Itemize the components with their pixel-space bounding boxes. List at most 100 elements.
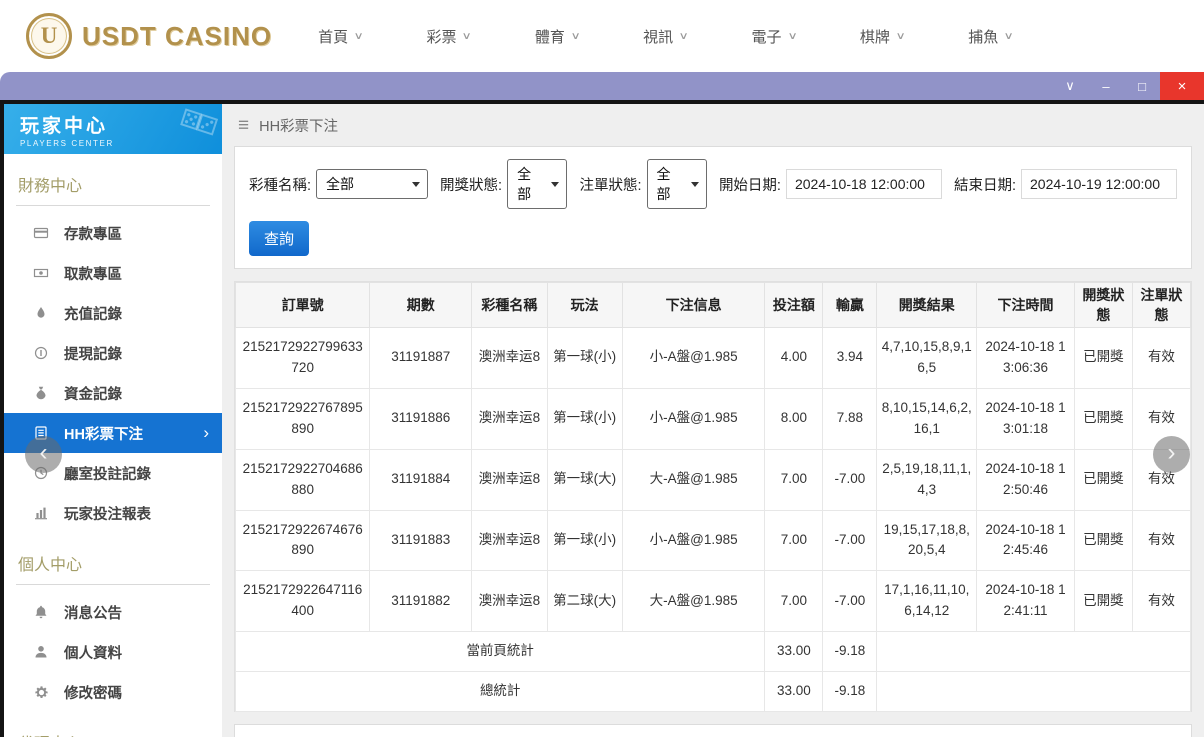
summary-total-label: 總統計	[234, 671, 766, 713]
search-button[interactable]: 查詢	[249, 221, 310, 256]
deposit-card-icon	[32, 225, 50, 241]
sidebar-item-change-password[interactable]: 修改密碼	[4, 672, 222, 712]
sidebar-item-profile[interactable]: 個人資料	[4, 632, 222, 672]
chevron-down-icon: ∨	[1065, 78, 1075, 93]
nav-item-label: 首頁	[318, 28, 349, 46]
droplet-icon	[32, 305, 50, 321]
order-status-select[interactable]: 全部	[646, 159, 707, 209]
scroll-right-button[interactable]: ›	[1153, 436, 1190, 473]
arrow-right-icon: ›	[1167, 439, 1176, 466]
sidebar-item-announcements[interactable]: 消息公告	[4, 592, 222, 632]
end-date-input[interactable]	[1021, 169, 1177, 199]
select-caret-icon	[551, 181, 560, 187]
chevron-down-icon: ∨	[787, 30, 798, 42]
summary-current-empty	[876, 631, 1191, 673]
order-status-value: 全部	[656, 166, 671, 202]
sidebar-item-player-bet-report[interactable]: 玩家投注報表	[4, 493, 222, 533]
cell-play: 第一球(小)	[546, 509, 623, 572]
nav-item-label: 彩票	[426, 28, 457, 46]
cell-draw-status: 已開獎	[1073, 570, 1133, 633]
cell-win-loss: -7.00	[822, 509, 878, 572]
cell-bet-time: 2024-10-18 12:45:46	[976, 509, 1075, 572]
sidebar-item-label: 玩家投注報表	[64, 506, 151, 523]
summary-current-winloss: -9.18	[822, 631, 878, 673]
cell-draw-status: 已開獎	[1073, 509, 1133, 572]
cell-win-loss: 7.88	[822, 387, 878, 450]
cell-order-no: 2152172922704686880	[234, 448, 371, 511]
minimize-icon: –	[1102, 78, 1110, 94]
lottery-name-value: 全部	[326, 176, 355, 192]
cell-play: 第二球(大)	[546, 570, 623, 633]
logo-icon: U	[26, 13, 72, 59]
col-lottery-name: 彩種名稱	[471, 282, 548, 328]
sidebar-item-funds-records[interactable]: 資金記錄	[4, 373, 222, 413]
cell-bet-time: 2024-10-18 12:50:46	[976, 448, 1075, 511]
col-draw-status: 開獎狀態	[1073, 282, 1133, 328]
chevron-down-icon: ∨	[462, 30, 473, 42]
summary-total-bet: 33.00	[764, 671, 824, 713]
banknote-icon	[32, 265, 50, 281]
cell-bet-info: 小-A盤@1.985	[621, 387, 766, 450]
cell-bet-info: 大-A盤@1.985	[621, 570, 766, 633]
page-title: HH彩票下注	[259, 118, 339, 135]
cell-order-status: 有效	[1131, 327, 1192, 389]
sidebar-item-label: 提現記錄	[64, 346, 122, 363]
cell-period: 31191886	[369, 387, 473, 450]
cell-order-status: 有效	[1131, 570, 1192, 633]
cell-draw-status: 已開獎	[1073, 448, 1133, 511]
minimize-button[interactable]: –	[1088, 72, 1124, 100]
brand-logo[interactable]: U USDT CASINO	[26, 13, 272, 59]
nav-item-sports[interactable]: 體育 ∨	[534, 26, 581, 47]
nav-item-slots[interactable]: 電子 ∨	[752, 26, 798, 47]
nav-item-lottery[interactable]: 彩票 ∨	[426, 26, 473, 47]
hamburger-icon[interactable]: ≡	[238, 116, 249, 135]
cell-draw-result: 8,10,15,14,6,2,16,1	[876, 387, 978, 450]
cell-order-no: 2152172922799633720	[234, 327, 371, 389]
section-personal-center: 個人中心	[16, 546, 210, 585]
maximize-button[interactable]: □	[1124, 72, 1160, 100]
lottery-name-select[interactable]: 全部	[316, 169, 429, 199]
cell-period: 31191883	[369, 509, 473, 572]
chevron-right-icon: ›	[203, 423, 209, 442]
sidebar-item-withdrawal-records[interactable]: 提現記錄	[4, 333, 222, 373]
select-caret-icon	[690, 181, 699, 187]
table-row: 2152172922704686880 31191884 澳洲幸运8 第一球(大…	[234, 448, 1192, 511]
col-order-status: 注單狀態	[1131, 282, 1192, 328]
sidebar-item-withdraw[interactable]: 取款專區	[4, 253, 222, 293]
nav-item-label: 視訊	[643, 28, 674, 46]
summary-total-winloss: -9.18	[822, 671, 878, 713]
players-center-header: 玩家中心 PLAYERS CENTER ⚄⚂	[4, 104, 222, 154]
bell-icon	[32, 604, 50, 620]
cell-bet-info: 小-A盤@1.985	[621, 509, 766, 572]
cell-play: 第一球(大)	[546, 448, 623, 511]
sidebar-item-recharge-records[interactable]: 充值記錄	[4, 293, 222, 333]
cell-play: 第一球(小)	[546, 387, 623, 450]
chevron-down-icon: ∨	[570, 30, 581, 42]
col-win-loss: 輸贏	[822, 282, 878, 328]
close-icon: ×	[1177, 77, 1187, 95]
close-button[interactable]: ×	[1160, 72, 1204, 100]
sidebar-item-deposit[interactable]: 存款專區	[4, 213, 222, 253]
person-icon	[32, 644, 50, 660]
scroll-left-button[interactable]: ‹	[25, 436, 62, 473]
cell-bet-time: 2024-10-18 12:41:11	[976, 570, 1075, 633]
cell-bet-time: 2024-10-18 13:06:36	[976, 327, 1075, 389]
chevron-down-icon: ∨	[895, 30, 906, 42]
section-agent-center: 代理中心	[16, 725, 210, 737]
nav-item-fishing[interactable]: 捕魚 ∨	[968, 26, 1014, 47]
draw-status-select[interactable]: 全部	[507, 159, 568, 209]
table-row: 2152172922799633720 31191887 澳洲幸运8 第一球(小…	[234, 327, 1192, 389]
nav-item-cards[interactable]: 棋牌 ∨	[860, 26, 906, 47]
nav-item-home[interactable]: 首頁 ∨	[318, 26, 364, 47]
cell-win-loss: -7.00	[822, 448, 878, 511]
sidebar-item-label: 個人資料	[64, 645, 122, 662]
filter-panel: 彩種名稱: 全部 開獎狀態: 全部 注單狀態: 全部 開始日期: 結束日期:	[234, 146, 1192, 269]
nav-item-label: 體育	[534, 28, 565, 46]
cell-order-no: 2152172922647116400	[234, 570, 371, 633]
sidebar-item-label: 消息公告	[64, 605, 122, 622]
money-bag-icon	[32, 385, 50, 401]
start-date-input[interactable]	[785, 169, 942, 199]
cell-lottery-name: 澳洲幸运8	[471, 509, 548, 572]
collapse-window-button[interactable]: ∨	[1052, 72, 1088, 100]
nav-item-video[interactable]: 視訊 ∨	[643, 26, 689, 47]
